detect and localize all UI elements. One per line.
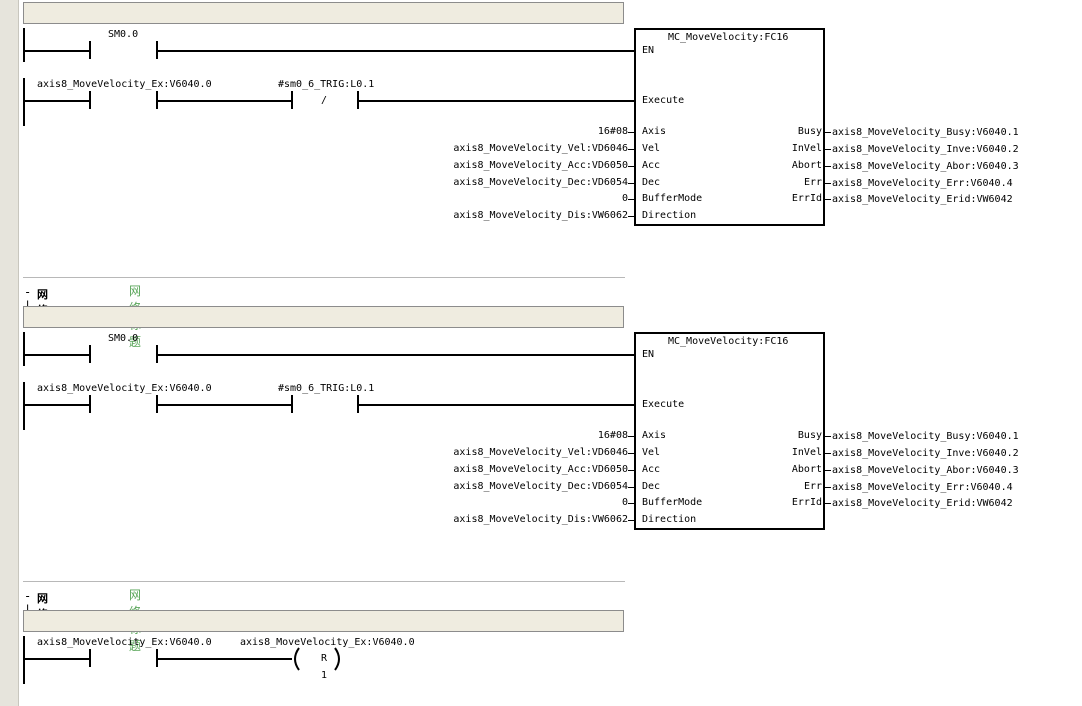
- coil-symbol: R: [321, 653, 328, 664]
- network-8-rung: axis8_MoveVelocity_Ex:V6040.0 axis8_Move…: [0, 0, 1082, 706]
- contact-label[interactable]: axis8_MoveVelocity_Ex:V6040.0: [37, 637, 212, 649]
- reset-coil-icon[interactable]: [285, 646, 345, 672]
- coil-count: 1: [321, 670, 328, 681]
